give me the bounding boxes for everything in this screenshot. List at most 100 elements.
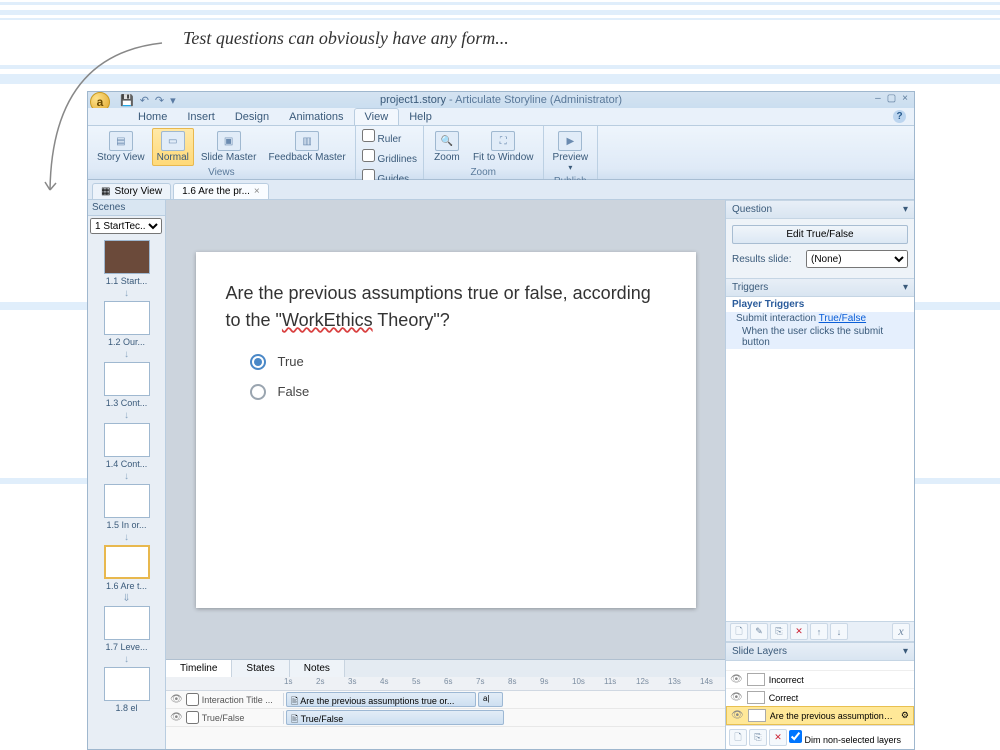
- move-up-icon[interactable]: ↑: [810, 623, 828, 640]
- option-false[interactable]: False: [250, 384, 666, 400]
- undo-icon[interactable]: ↶: [140, 94, 149, 107]
- ribbon-group-views: ▤Story View ▭Normal ▣Slide Master ▥Feedb…: [88, 126, 356, 179]
- tab-notes[interactable]: Notes: [290, 660, 345, 677]
- radio-icon[interactable]: [250, 384, 266, 400]
- scenes-header: Scenes: [88, 200, 165, 216]
- visibility-icon[interactable]: 👁: [731, 710, 744, 721]
- slide-master-button[interactable]: ▣Slide Master: [196, 128, 262, 166]
- layer-row[interactable]: 👁Incorrect: [726, 670, 914, 688]
- editor-area: Are the previous assumptions true or fal…: [166, 200, 725, 749]
- slide-canvas[interactable]: Are the previous assumptions true or fal…: [166, 200, 725, 659]
- question-text[interactable]: Are the previous assumptions true or fal…: [226, 280, 666, 334]
- zoom-button[interactable]: 🔍Zoom: [428, 128, 466, 166]
- results-slide-select[interactable]: (None): [806, 250, 908, 268]
- copy-trigger-icon[interactable]: ⎘: [770, 623, 788, 640]
- visibility-icon[interactable]: 👁: [170, 694, 183, 705]
- fit-window-button[interactable]: ⛶Fit to Window: [468, 128, 539, 166]
- maximize-icon[interactable]: ▢: [887, 93, 896, 104]
- scene-selector[interactable]: 1 StartTec...: [90, 218, 162, 234]
- edit-question-button[interactable]: Edit True/False: [732, 225, 908, 244]
- variables-icon[interactable]: x: [892, 623, 910, 640]
- timeline-row[interactable]: 👁Interaction Title ... 🖹 Are the previou…: [166, 691, 725, 709]
- scene-connector-icon: ↓: [92, 288, 161, 299]
- collapse-icon[interactable]: ▾: [903, 282, 908, 293]
- collapse-icon[interactable]: ▾: [903, 646, 908, 657]
- edit-trigger-icon[interactable]: ✎: [750, 623, 768, 640]
- layers-panel-header[interactable]: Slide Layers▾: [726, 642, 914, 661]
- ribbon-group-zoom: 🔍Zoom ⛶Fit to Window Zoom: [424, 126, 544, 179]
- scene-thumb[interactable]: 1.1 Start...: [92, 240, 161, 286]
- tab-timeline[interactable]: Timeline: [166, 660, 232, 677]
- close-tab-icon[interactable]: ×: [254, 186, 260, 197]
- timeline-row[interactable]: 👁True/False 🖹 True/False: [166, 709, 725, 727]
- help-icon[interactable]: ?: [893, 110, 906, 123]
- collapse-icon[interactable]: ▾: [903, 204, 908, 215]
- layer-thumbnail: [748, 709, 766, 722]
- visibility-icon[interactable]: 👁: [730, 692, 743, 703]
- preview-button[interactable]: ▶Preview▾: [548, 128, 594, 175]
- story-view-button[interactable]: ▤Story View: [92, 128, 150, 166]
- tab-help[interactable]: Help: [399, 109, 442, 125]
- move-down-icon[interactable]: ↓: [830, 623, 848, 640]
- add-layer-icon[interactable]: 🗋: [729, 729, 747, 746]
- scene-thumb[interactable]: 1.4 Cont...: [92, 423, 161, 469]
- visibility-icon[interactable]: 👁: [730, 674, 743, 685]
- tab-design[interactable]: Design: [225, 109, 279, 125]
- question-panel: Edit True/False Results slide: (None): [726, 219, 914, 278]
- trigger-item[interactable]: Submit interaction True/False: [726, 312, 914, 325]
- ribbon-group-show: Ruler Gridlines Guides Show ⌄: [356, 126, 424, 179]
- doc-tab-slide[interactable]: 1.6 Are the pr... ×: [173, 183, 269, 199]
- tab-states[interactable]: States: [232, 660, 289, 677]
- save-icon[interactable]: 💾: [120, 94, 134, 107]
- option-true[interactable]: True: [250, 354, 666, 370]
- title-bar: a 💾 ↶ ↷ ▾ project1.story - Articulate St…: [88, 92, 914, 108]
- scene-thumb[interactable]: 1.8 el: [92, 667, 161, 713]
- radio-selected-icon[interactable]: [250, 354, 266, 370]
- scenes-panel: Scenes 1 StartTec... 1.1 Start... ↓ 1.2 Ou…: [88, 200, 166, 749]
- gear-icon[interactable]: ⚙: [901, 710, 909, 721]
- scene-thumb[interactable]: 1.7 Leve...: [92, 606, 161, 652]
- tab-home[interactable]: Home: [128, 109, 177, 125]
- add-trigger-icon[interactable]: 🗋: [730, 623, 748, 640]
- minimize-icon[interactable]: –: [875, 93, 881, 104]
- ruler-checkbox[interactable]: Ruler: [360, 128, 419, 146]
- doc-tab-story-view[interactable]: ▦ Story View: [92, 183, 171, 199]
- visibility-icon[interactable]: 👁: [170, 712, 183, 723]
- duplicate-layer-icon[interactable]: ⎘: [749, 729, 767, 746]
- layer-thumbnail: [747, 673, 765, 686]
- feedback-master-button[interactable]: ▥Feedback Master: [263, 128, 350, 166]
- delete-layer-icon[interactable]: ✕: [769, 729, 787, 746]
- dim-layers-checkbox[interactable]: Dim non-selected layers: [789, 730, 911, 745]
- scene-thumb[interactable]: 1.5 In or...: [92, 484, 161, 530]
- triggers-panel-header[interactable]: Triggers▾: [726, 278, 914, 297]
- slide[interactable]: Are the previous assumptions true or fal…: [196, 252, 696, 608]
- delete-trigger-icon[interactable]: ✕: [790, 623, 808, 640]
- tab-animations[interactable]: Animations: [279, 109, 353, 125]
- document-tab-strip: ▦ Story View 1.6 Are the pr... ×: [88, 180, 914, 200]
- scene-thumb[interactable]: 1.3 Cont...: [92, 362, 161, 408]
- layer-row[interactable]: 👁Correct: [726, 688, 914, 706]
- window-title: project1.story - Articulate Storyline (A…: [380, 94, 622, 106]
- gridlines-checkbox[interactable]: Gridlines: [360, 148, 419, 166]
- page-icon: 🖹: [291, 696, 298, 706]
- workspace: Scenes 1 StartTec... 1.1 Start... ↓ 1.2 Ou…: [88, 200, 914, 749]
- close-icon[interactable]: ×: [902, 93, 908, 104]
- scene-thumb[interactable]: 1.6 Are t...: [92, 545, 161, 591]
- redo-icon[interactable]: ↷: [155, 94, 164, 107]
- normal-view-button[interactable]: ▭Normal: [152, 128, 194, 166]
- menu-bar: Home Insert Design Animations View Help …: [88, 108, 914, 126]
- qat-dropdown-icon[interactable]: ▾: [170, 94, 176, 107]
- scene-connector-icon: ⇓: [92, 593, 161, 604]
- question-panel-header[interactable]: Question▾: [726, 200, 914, 219]
- tab-view[interactable]: View: [354, 108, 400, 125]
- triggers-panel: Player Triggers Submit interaction True/…: [726, 297, 914, 621]
- results-slide-label: Results slide:: [732, 254, 802, 265]
- ribbon-group-publish: ▶Preview▾ Publish: [544, 126, 599, 179]
- scene-connector-icon: ↓: [92, 410, 161, 421]
- tab-insert[interactable]: Insert: [177, 109, 225, 125]
- annotation-text: Test questions can obviously have any fo…: [183, 28, 509, 49]
- timeline-panel: Timeline States Notes 1s2s3s4s5s6s7s8s9s…: [166, 659, 725, 749]
- layer-row[interactable]: 👁Are the previous assumptions true o...⚙: [726, 706, 914, 725]
- scene-thumb[interactable]: 1.2 Our...: [92, 301, 161, 347]
- scene-connector-icon: ↓: [92, 349, 161, 360]
